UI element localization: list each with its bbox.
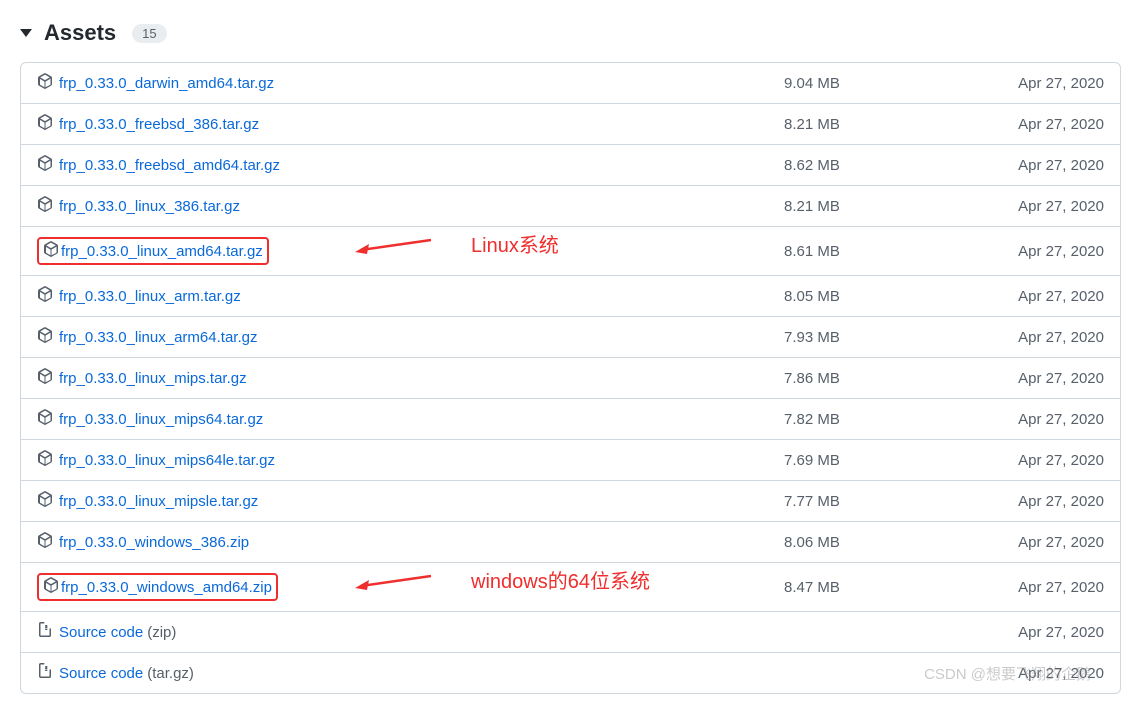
- asset-date: Apr 27, 2020: [984, 579, 1104, 596]
- package-icon: [37, 155, 55, 175]
- asset-size: 8.47 MB: [784, 579, 984, 596]
- asset-name: frp_0.33.0_freebsd_386.tar.gz: [59, 116, 259, 133]
- file-zip-icon: [37, 622, 55, 642]
- asset-date: Apr 27, 2020: [984, 198, 1104, 215]
- asset-link[interactable]: frp_0.33.0_freebsd_amd64.tar.gz: [37, 155, 784, 175]
- asset-link[interactable]: frp_0.33.0_linux_arm64.tar.gz: [37, 327, 784, 347]
- asset-name: frp_0.33.0_freebsd_amd64.tar.gz: [59, 157, 280, 174]
- package-icon: [37, 196, 55, 216]
- asset-row: frp_0.33.0_freebsd_386.tar.gz 8.21 MBApr …: [21, 103, 1120, 144]
- asset-name: frp_0.33.0_linux_arm64.tar.gz: [59, 329, 257, 346]
- asset-name: frp_0.33.0_linux_amd64.tar.gz: [61, 243, 263, 260]
- highlight-box: frp_0.33.0_linux_amd64.tar.gz: [37, 237, 269, 265]
- asset-link[interactable]: Source code (zip): [37, 622, 784, 642]
- asset-row: frp_0.33.0_windows_amd64.zip 8.47 MBApr 2…: [21, 562, 1120, 611]
- asset-date: Apr 27, 2020: [984, 452, 1104, 469]
- asset-name: frp_0.33.0_windows_386.zip: [59, 534, 249, 551]
- asset-row: frp_0.33.0_windows_386.zip 8.06 MBApr 27,…: [21, 521, 1120, 562]
- asset-date: Apr 27, 2020: [984, 665, 1104, 682]
- asset-link[interactable]: frp_0.33.0_windows_386.zip: [37, 532, 784, 552]
- asset-link[interactable]: frp_0.33.0_linux_mips.tar.gz: [37, 368, 784, 388]
- asset-link[interactable]: frp_0.33.0_linux_arm.tar.gz: [37, 286, 784, 306]
- asset-row: Source code (zip) Apr 27, 2020: [21, 611, 1120, 652]
- asset-date: Apr 27, 2020: [984, 75, 1104, 92]
- asset-name: frp_0.33.0_linux_arm.tar.gz: [59, 288, 241, 305]
- asset-row: frp_0.33.0_linux_amd64.tar.gz 8.61 MBApr …: [21, 226, 1120, 275]
- asset-link[interactable]: frp_0.33.0_freebsd_386.tar.gz: [37, 114, 784, 134]
- asset-date: Apr 27, 2020: [984, 157, 1104, 174]
- asset-size: 7.93 MB: [784, 329, 984, 346]
- asset-size: 8.06 MB: [784, 534, 984, 551]
- highlight-box: frp_0.33.0_windows_amd64.zip: [37, 573, 278, 601]
- assets-count-badge: 15: [132, 24, 166, 43]
- asset-name: frp_0.33.0_darwin_amd64.tar.gz: [59, 75, 274, 92]
- asset-date: Apr 27, 2020: [984, 534, 1104, 551]
- asset-name: frp_0.33.0_linux_mips.tar.gz: [59, 370, 247, 387]
- asset-row: frp_0.33.0_linux_arm64.tar.gz 7.93 MBApr …: [21, 316, 1120, 357]
- asset-link[interactable]: frp_0.33.0_windows_amd64.zip: [37, 573, 784, 601]
- asset-row: frp_0.33.0_linux_mips64le.tar.gz 7.69 MBA…: [21, 439, 1120, 480]
- asset-size: 7.86 MB: [784, 370, 984, 387]
- package-icon: [37, 286, 55, 306]
- asset-link[interactable]: frp_0.33.0_linux_amd64.tar.gz: [37, 237, 784, 265]
- asset-name: frp_0.33.0_linux_mips64le.tar.gz: [59, 452, 275, 469]
- asset-row: frp_0.33.0_freebsd_amd64.tar.gz 8.62 MBAp…: [21, 144, 1120, 185]
- asset-date: Apr 27, 2020: [984, 493, 1104, 510]
- asset-size: 8.21 MB: [784, 116, 984, 133]
- caret-down-icon: [20, 29, 32, 37]
- asset-date: Apr 27, 2020: [984, 370, 1104, 387]
- asset-link[interactable]: frp_0.33.0_linux_mips64le.tar.gz: [37, 450, 784, 470]
- assets-header[interactable]: Assets 15: [20, 20, 1121, 46]
- package-icon: [37, 114, 55, 134]
- asset-row: frp_0.33.0_linux_386.tar.gz 8.21 MBApr 27…: [21, 185, 1120, 226]
- asset-size: 7.82 MB: [784, 411, 984, 428]
- asset-date: Apr 27, 2020: [984, 411, 1104, 428]
- asset-name: frp_0.33.0_linux_mips64.tar.gz: [59, 411, 263, 428]
- asset-date: Apr 27, 2020: [984, 329, 1104, 346]
- package-icon: [37, 450, 55, 470]
- asset-suffix: (tar.gz): [147, 665, 194, 682]
- package-icon: [43, 577, 61, 597]
- asset-name: Source code: [59, 665, 143, 682]
- package-icon: [37, 532, 55, 552]
- asset-suffix: (zip): [147, 624, 176, 641]
- asset-row: frp_0.33.0_linux_mips.tar.gz 7.86 MBApr 2…: [21, 357, 1120, 398]
- asset-name: frp_0.33.0_linux_386.tar.gz: [59, 198, 240, 215]
- asset-size: 8.62 MB: [784, 157, 984, 174]
- asset-date: Apr 27, 2020: [984, 288, 1104, 305]
- asset-size: 8.21 MB: [784, 198, 984, 215]
- asset-name: frp_0.33.0_windows_amd64.zip: [61, 579, 272, 596]
- asset-date: Apr 27, 2020: [984, 116, 1104, 133]
- asset-size: 8.05 MB: [784, 288, 984, 305]
- package-icon: [37, 73, 55, 93]
- asset-link[interactable]: frp_0.33.0_linux_mips64.tar.gz: [37, 409, 784, 429]
- package-icon: [37, 368, 55, 388]
- asset-link[interactable]: frp_0.33.0_linux_386.tar.gz: [37, 196, 784, 216]
- asset-name: Source code: [59, 624, 143, 641]
- asset-row: frp_0.33.0_linux_mipsle.tar.gz 7.77 MBApr…: [21, 480, 1120, 521]
- asset-date: Apr 27, 2020: [984, 624, 1104, 641]
- package-icon: [37, 327, 55, 347]
- file-zip-icon: [37, 663, 55, 683]
- asset-size: 8.61 MB: [784, 243, 984, 260]
- asset-row: frp_0.33.0_linux_mips64.tar.gz 7.82 MBApr…: [21, 398, 1120, 439]
- asset-size: 9.04 MB: [784, 75, 984, 92]
- assets-list: frp_0.33.0_darwin_amd64.tar.gz9.04 MBApr…: [20, 62, 1121, 694]
- asset-name: frp_0.33.0_linux_mipsle.tar.gz: [59, 493, 258, 510]
- package-icon: [37, 491, 55, 511]
- asset-size: 7.69 MB: [784, 452, 984, 469]
- assets-title: Assets: [44, 20, 116, 46]
- asset-row: Source code (tar.gz) Apr 27, 2020: [21, 652, 1120, 693]
- package-icon: [43, 241, 61, 261]
- asset-row: frp_0.33.0_linux_arm.tar.gz 8.05 MBApr 27…: [21, 275, 1120, 316]
- asset-link[interactable]: frp_0.33.0_linux_mipsle.tar.gz: [37, 491, 784, 511]
- package-icon: [37, 409, 55, 429]
- asset-link[interactable]: frp_0.33.0_darwin_amd64.tar.gz: [37, 73, 784, 93]
- asset-link[interactable]: Source code (tar.gz): [37, 663, 784, 683]
- asset-size: 7.77 MB: [784, 493, 984, 510]
- asset-row: frp_0.33.0_darwin_amd64.tar.gz 9.04 MBApr…: [21, 63, 1120, 103]
- asset-date: Apr 27, 2020: [984, 243, 1104, 260]
